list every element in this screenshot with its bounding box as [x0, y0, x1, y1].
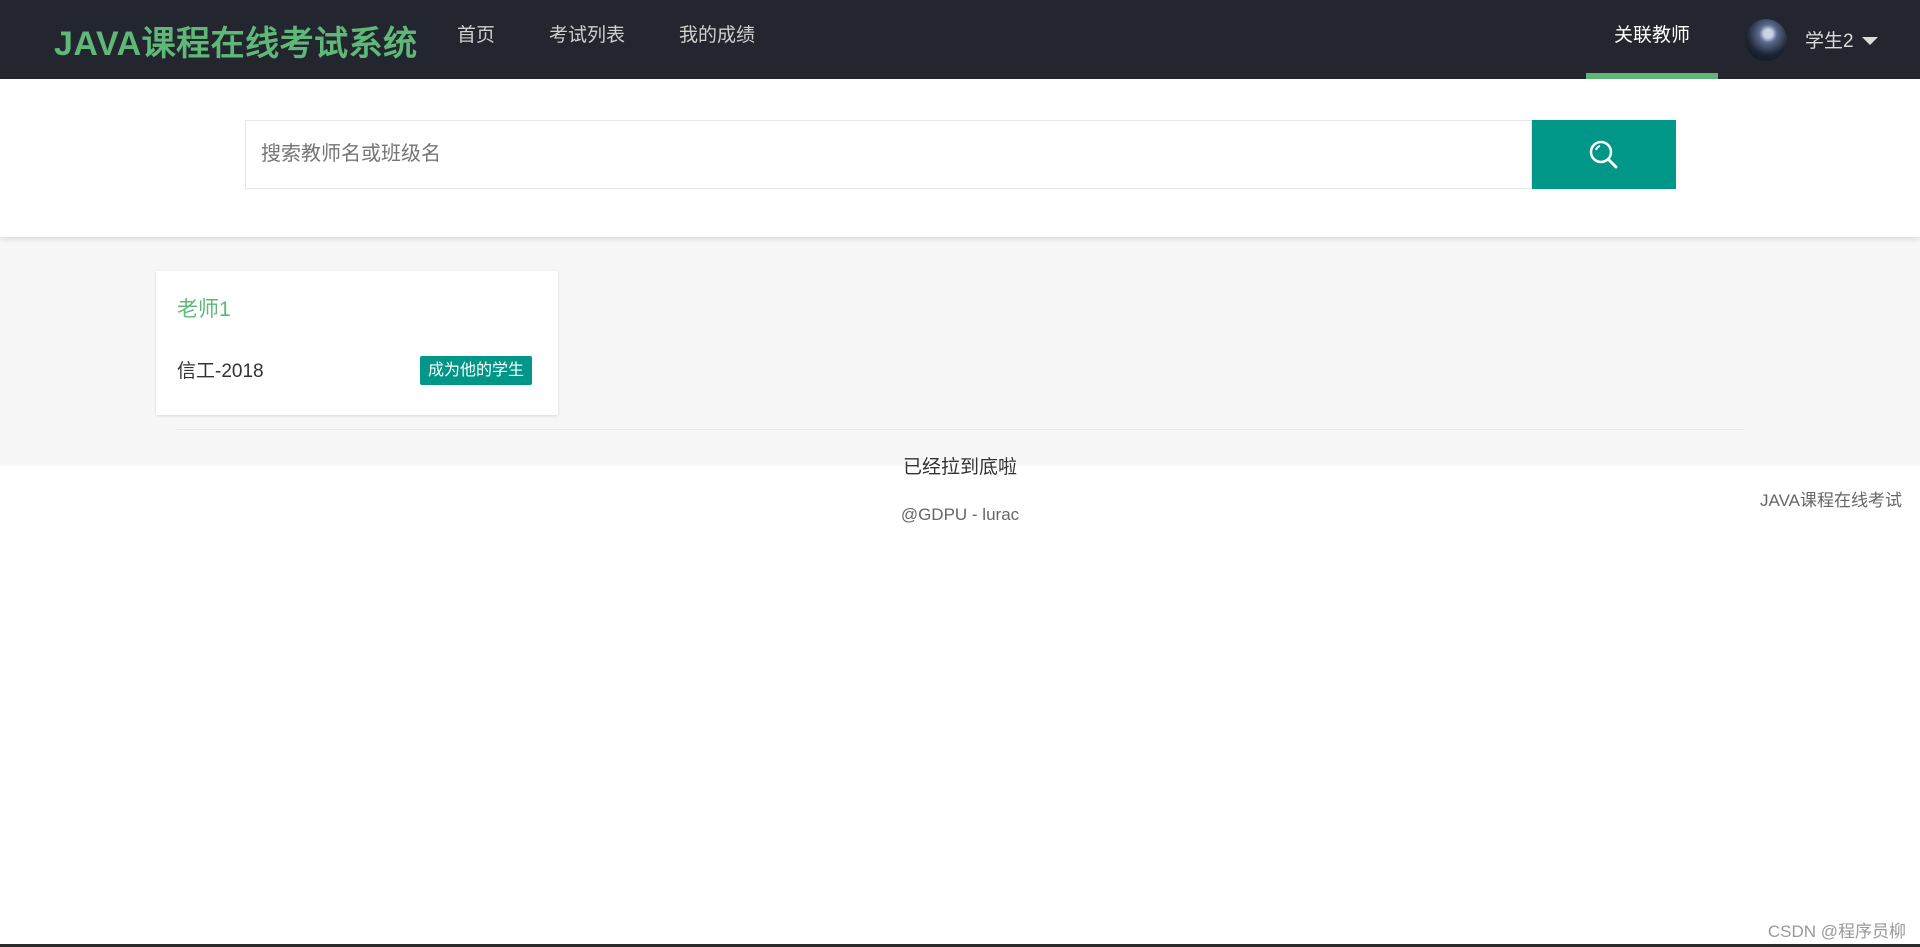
teacher-class: 信工-2018: [177, 361, 264, 382]
teacher-card: 老师1 信工-2018 成为他的学生: [156, 271, 558, 415]
footer-site-name: JAVA课程在线考试: [1760, 491, 1902, 510]
nav-exam-list[interactable]: 考试列表: [522, 0, 652, 79]
search-icon: [1589, 140, 1618, 168]
become-student-button[interactable]: 成为他的学生: [420, 356, 533, 385]
teacher-name[interactable]: 老师1: [177, 293, 231, 323]
caret-down-icon[interactable]: [1861, 37, 1878, 45]
search-button[interactable]: [1532, 120, 1676, 189]
nav-my-scores[interactable]: 我的成绩: [652, 0, 782, 79]
list-end-text: 已经拉到底啦: [902, 457, 1017, 478]
nav-linked-teachers[interactable]: 关联教师: [1586, 0, 1718, 79]
teacher-list-section: 老师1 信工-2018 成为他的学生: [0, 237, 1920, 466]
app-logo-title[interactable]: JAVA课程在线考试系统: [54, 16, 418, 65]
nav-home[interactable]: 首页: [430, 0, 522, 79]
avatar[interactable]: [1745, 18, 1787, 61]
list-divider: [176, 429, 1744, 430]
footer-credit: @GDPU - lurac: [900, 505, 1020, 524]
user-name[interactable]: 学生2: [1805, 26, 1854, 53]
search-section: [0, 79, 1920, 237]
main-nav: 首页 考试列表 我的成绩: [430, 0, 782, 79]
top-navbar: JAVA课程在线考试系统 首页 考试列表 我的成绩 关联教师 学生2: [0, 0, 1920, 79]
user-menu[interactable]: 学生2: [1745, 0, 1890, 79]
watermark: CSDN @程序员柳: [1767, 922, 1906, 941]
search-input[interactable]: [245, 120, 1532, 189]
nav-right-group: 关联教师 学生2: [1586, 0, 1920, 79]
